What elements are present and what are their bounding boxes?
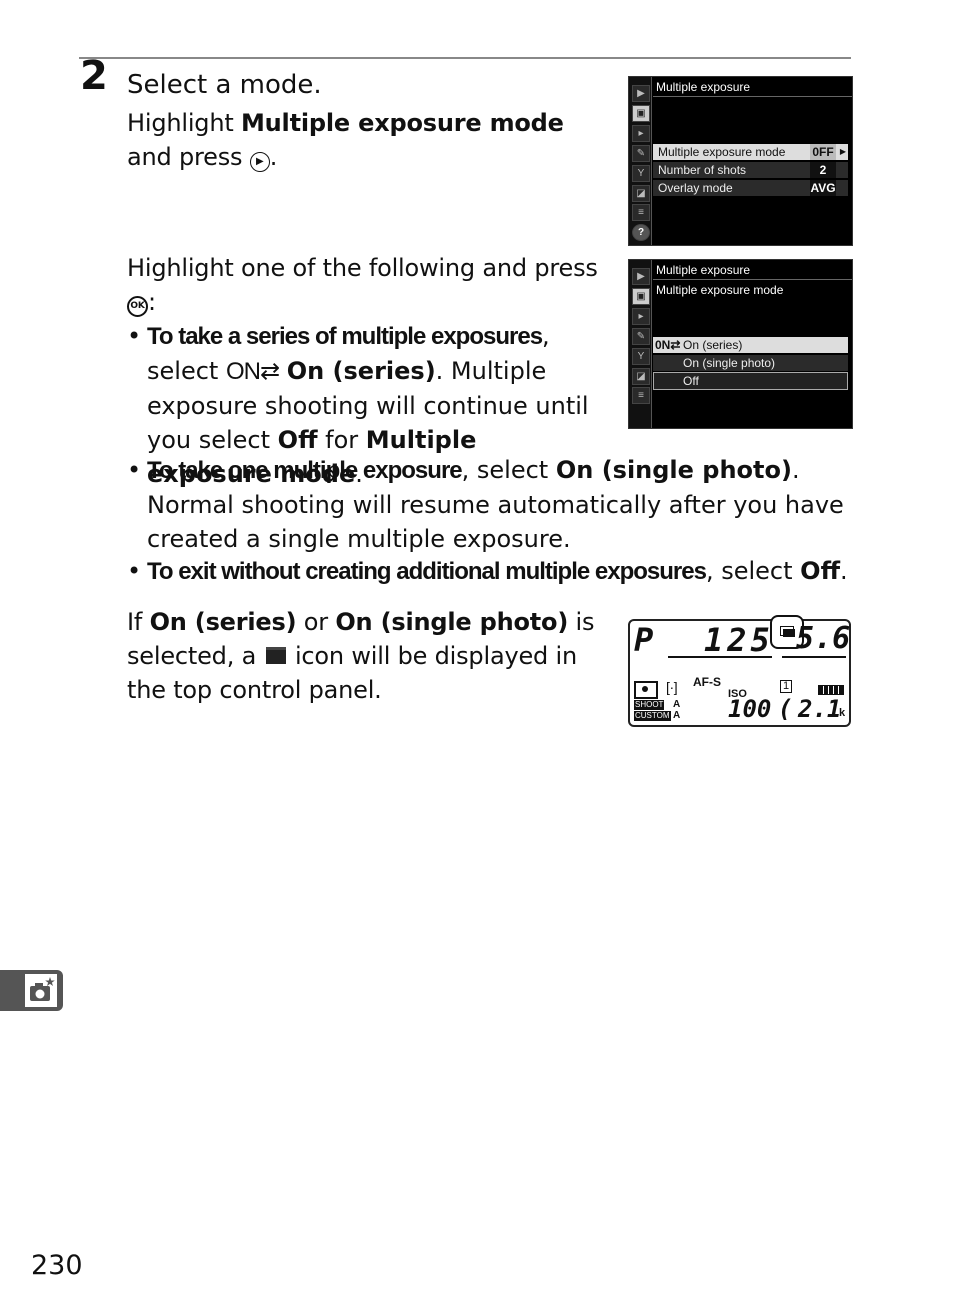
aperture: 5.6: [796, 621, 851, 656]
camera-menu-screen-1: ▶ ▣ ▸ ✎ Y ◪ ≡ ? Multiple exposure Multip…: [628, 76, 853, 246]
menu-sidebar: ▶ ▣ ▸ ✎ Y ◪ ≡: [629, 260, 652, 428]
my-menu-icon: ≡: [632, 387, 650, 404]
iso-value: 100: [728, 695, 772, 723]
playback-menu-icon: ▶: [632, 268, 650, 285]
shooting-menu-icon: ▣: [632, 288, 650, 305]
multi-selector-right-icon: ▶: [249, 152, 270, 172]
menu-row-overlay-mode[interactable]: Overlay mode AVG: [653, 180, 848, 196]
my-menu-icon: ≡: [632, 204, 650, 221]
af-mode: AF-S: [693, 675, 721, 689]
option-on-single-photo[interactable]: On (single photo): [653, 355, 848, 371]
intro-paragraph-1: Highlight Multiple exposure mode and pre…: [127, 109, 564, 172]
section-divider: [79, 57, 851, 59]
exposure-mode: P: [634, 621, 654, 659]
camera-menu-screen-2: ▶ ▣ ▸ ✎ Y ◪ ≡ Multiple exposure Multiple…: [628, 259, 853, 429]
custom-bank-label: CUSTOM: [634, 711, 671, 721]
camera-star-icon: [30, 977, 55, 1001]
menu-row-multiple-exposure-mode[interactable]: Multiple exposure mode 0FF ▶: [653, 144, 848, 160]
option-on-series[interactable]: 0N⇄ On (series): [653, 337, 848, 353]
setup-menu-icon: Y: [632, 165, 650, 182]
top-control-panel: P 125 5.6 [·] AF-S ISO 100 1 ( 2.1 k SHO…: [628, 615, 851, 727]
setup-menu-icon: Y: [632, 348, 650, 365]
note-paragraph: If On (series) or On (single photo) is s…: [127, 608, 595, 704]
multiple-exposure-icon: [265, 647, 286, 664]
screen-title: Multiple exposure: [656, 263, 751, 277]
menu-sidebar: ▶ ▣ ▸ ✎ Y ◪ ≡ ?: [629, 77, 652, 245]
intro-paragraph-2: Highlight one of the following and press…: [127, 254, 598, 317]
custom-settings-icon: ✎: [632, 145, 650, 162]
help-icon: ?: [632, 224, 650, 241]
battery-icon: [818, 685, 844, 695]
retouch-menu-icon: ◪: [632, 185, 650, 202]
bullet-off: • To exit without creating additional mu…: [127, 557, 848, 585]
on-series-icon: ON⇄: [225, 358, 280, 385]
bullet-single: • To take one multiple exposure, select …: [127, 456, 844, 553]
metering-icon: [634, 681, 658, 699]
shooting-menu-icon: ▣: [632, 105, 650, 122]
shots-remaining: 2.1: [798, 695, 842, 723]
playback-menu-icon: ▶: [632, 85, 650, 102]
custom-bank-value: A: [673, 710, 681, 721]
step-number: 2: [80, 53, 108, 99]
option-off[interactable]: Off: [653, 372, 848, 390]
release-mode: 1: [780, 680, 793, 693]
shooting-bank-value: A: [673, 699, 681, 710]
arrow-right-icon: ▶: [839, 147, 846, 156]
shutter-speed: 125: [704, 621, 774, 659]
af-area-icon: [·]: [666, 679, 678, 695]
retouch-menu-icon: ◪: [632, 368, 650, 385]
section-tab[interactable]: [0, 970, 63, 1011]
screen-title: Multiple exposure: [656, 80, 751, 94]
movie-menu-icon: ▸: [632, 308, 650, 325]
on-series-icon: 0N⇄: [655, 338, 681, 352]
page-number: 230: [31, 1250, 83, 1281]
custom-settings-icon: ✎: [632, 328, 650, 345]
step-title: Select a mode.: [127, 70, 322, 100]
menu-row-number-of-shots[interactable]: Number of shots 2: [653, 162, 848, 178]
movie-menu-icon: ▸: [632, 125, 650, 142]
menu-item-ref: Multiple exposure mode: [240, 109, 564, 137]
shooting-bank-label: SHOOT: [634, 700, 665, 710]
screen-subtitle: Multiple exposure mode: [656, 283, 784, 297]
ok-button-icon: OK: [127, 296, 148, 317]
